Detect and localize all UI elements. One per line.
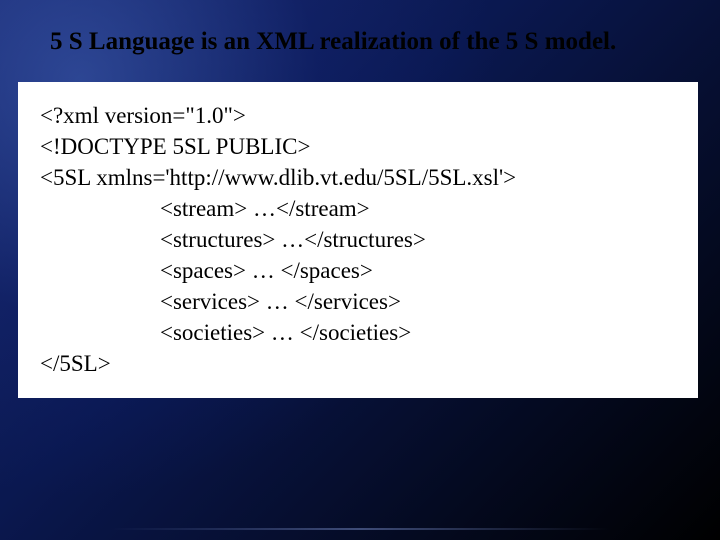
xml-code-block: <?xml version="1.0"> <!DOCTYPE 5SL PUBLI… — [18, 82, 698, 398]
code-line-xml-decl: <?xml version="1.0"> — [40, 100, 686, 131]
code-line-spaces: <spaces> … </spaces> — [40, 255, 686, 286]
slide-title: 5 S Language is an XML realization of th… — [50, 28, 616, 56]
code-line-stream: <stream> …</stream> — [40, 193, 686, 224]
code-line-root-open: <5SL xmlns='http://www.dlib.vt.edu/5SL/5… — [40, 162, 686, 193]
code-line-services: <services> … </services> — [40, 286, 686, 317]
code-line-structures: <structures> …</structures> — [40, 224, 686, 255]
bottom-divider — [110, 528, 610, 530]
code-line-doctype: <!DOCTYPE 5SL PUBLIC> — [40, 131, 686, 162]
code-line-societies: <societies> … </societies> — [40, 317, 686, 348]
code-line-root-close: </5SL> — [40, 348, 686, 379]
